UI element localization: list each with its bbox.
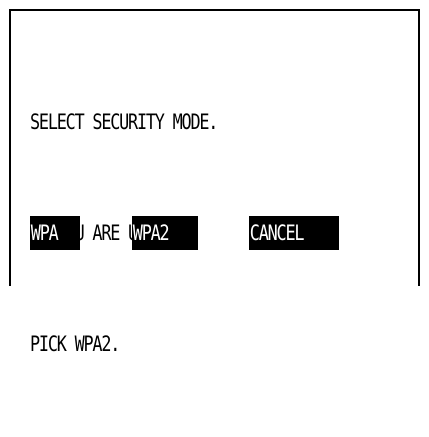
wpa2-option-button[interactable]: WPA2 <box>132 216 198 250</box>
message-line-1: SELECT SECURITY MODE. <box>30 110 218 134</box>
dialog-screen: SELECT SECURITY MODE. IF YOU ARE UNSURE,… <box>9 9 420 356</box>
cancel-button-label: CANCEL <box>249 221 305 245</box>
wpa2-option-label: WPA2 <box>132 221 170 245</box>
message-line-3: PICK WPA2. <box>30 332 120 356</box>
cancel-button[interactable]: CANCEL <box>249 216 339 250</box>
wpa-option-button[interactable]: WPA <box>30 216 80 250</box>
wpa-option-label: WPA <box>30 221 59 245</box>
